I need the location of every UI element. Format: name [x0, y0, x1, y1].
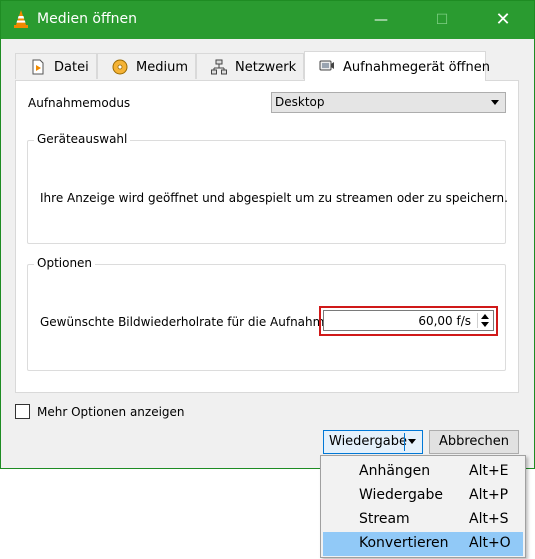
menu-item-label: Anhängen — [359, 463, 431, 479]
vlc-cone-icon — [14, 10, 28, 28]
menu-item-enqueue[interactable]: Anhängen Alt+E — [323, 460, 523, 484]
network-icon — [211, 59, 227, 75]
cancel-button[interactable]: Abbrechen — [429, 430, 519, 454]
file-icon — [32, 59, 44, 75]
split-divider — [404, 433, 405, 451]
open-media-dialog: Medien öffnen — ☐ ✕ Datei Medium Netzwer… — [0, 0, 535, 469]
title-bar[interactable]: Medien öffnen — ☐ ✕ — [1, 1, 534, 39]
menu-item-label: Konvertieren — [359, 535, 449, 551]
capture-device-icon — [319, 60, 334, 71]
menu-item-stream[interactable]: Stream Alt+S — [323, 508, 523, 532]
disc-icon — [112, 59, 128, 75]
tab-file-label: Datei — [54, 60, 89, 75]
window-title: Medien öffnen — [37, 11, 137, 27]
device-description: Ihre Anzeige wird geöffnet und abgespiel… — [40, 191, 508, 205]
tab-disc[interactable]: Medium — [97, 53, 196, 79]
capture-mode-select[interactable]: Desktop — [271, 92, 506, 113]
tab-capture-device[interactable]: Aufnahmegerät öffnen — [304, 51, 490, 81]
spin-down-icon[interactable] — [481, 322, 489, 327]
play-split-button[interactable]: Wiedergabe — [323, 430, 423, 454]
spin-up-icon[interactable] — [481, 314, 489, 319]
menu-item-label: Stream — [359, 511, 410, 527]
minimize-button[interactable]: — — [358, 1, 404, 39]
menu-item-play[interactable]: Wiedergabe Alt+P — [323, 484, 523, 508]
maximize-button[interactable]: ☐ — [419, 1, 465, 39]
capture-mode-label: Aufnahmemodus — [28, 96, 131, 110]
framerate-spin-buttons[interactable] — [477, 313, 491, 328]
more-options-label[interactable]: Mehr Optionen anzeigen — [37, 405, 185, 419]
menu-item-shortcut: Alt+P — [469, 487, 509, 503]
tab-network[interactable]: Netzwerk — [196, 53, 304, 79]
framerate-spinbox[interactable]: 60,00 f/s — [323, 310, 494, 331]
play-button-label[interactable]: Wiedergabe — [329, 431, 407, 453]
menu-item-convert[interactable]: Konvertieren Alt+O — [323, 532, 523, 556]
play-dropdown-menu: Anhängen Alt+E Wiedergabe Alt+P Stream A… — [320, 455, 526, 558]
device-selection-title: Geräteauswahl — [34, 132, 131, 146]
tab-disc-label: Medium — [136, 60, 188, 75]
tab-network-label: Netzwerk — [235, 60, 297, 75]
menu-item-shortcut: Alt+O — [469, 535, 511, 551]
tab-capture-device-label: Aufnahmegerät öffnen — [343, 60, 490, 75]
menu-item-shortcut: Alt+E — [469, 463, 509, 479]
menu-item-label: Wiedergabe — [359, 487, 444, 503]
menu-item-shortcut: Alt+S — [469, 511, 509, 527]
options-title: Optionen — [34, 256, 96, 270]
capture-mode-value: Desktop — [275, 95, 325, 109]
framerate-value: 60,00 f/s — [418, 314, 471, 328]
tab-file[interactable]: Datei — [15, 53, 97, 79]
framerate-label: Gewünschte Bildwiederholrate für die Auf… — [40, 315, 332, 329]
close-button[interactable]: ✕ — [480, 1, 526, 39]
dropdown-arrow-icon[interactable] — [408, 439, 416, 444]
chevron-down-icon — [491, 100, 499, 105]
more-options-checkbox[interactable] — [15, 404, 30, 419]
